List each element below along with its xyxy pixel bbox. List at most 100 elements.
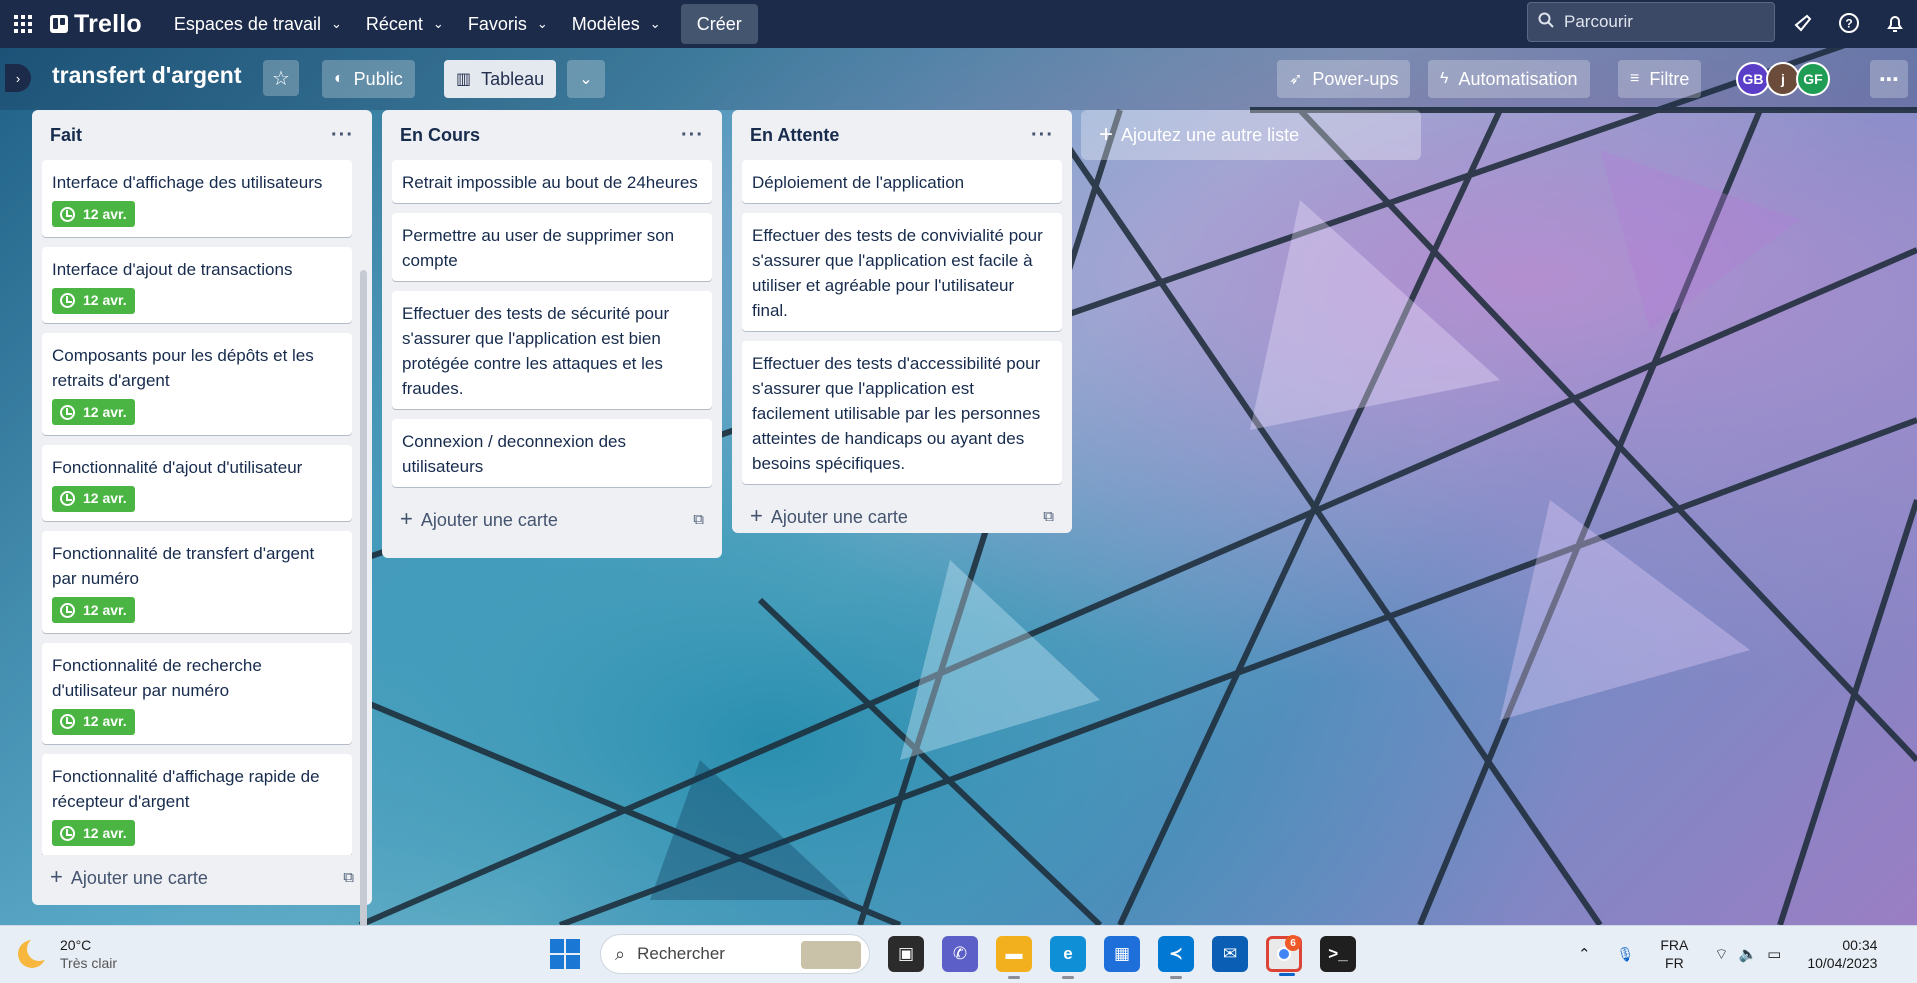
weather-widget[interactable]: 20°C Très clair <box>18 936 117 972</box>
trello-logo[interactable]: Trello <box>50 10 142 39</box>
board-view-button[interactable]: ▥ Tableau <box>444 60 557 98</box>
chevron-down-icon: ⌄ <box>432 16 444 31</box>
card[interactable]: Retrait impossible au bout de 24heures <box>392 160 712 203</box>
chrome-icon[interactable]: 6 <box>1266 935 1302 976</box>
wifi-icon: ⌔ <box>1714 945 1729 963</box>
card[interactable]: Connexion / deconnexion des utilisateurs <box>392 419 712 487</box>
due-date-badge[interactable]: 12 avr. <box>52 597 135 623</box>
card[interactable]: Interface d'affichage des utilisateurs 1… <box>42 160 352 237</box>
terminal-icon[interactable]: >_ <box>1320 936 1356 972</box>
due-date-badge[interactable]: 12 avr. <box>52 201 135 227</box>
notification-bell-button[interactable] <box>1880 8 1910 38</box>
add-card-button[interactable]: + Ajouter une carte ⧉ <box>42 855 362 899</box>
list-menu-icon[interactable]: ··· <box>331 124 354 147</box>
add-card-button[interactable]: + Ajouter une carte ⧉ <box>742 494 1062 538</box>
due-date-label: 12 avr. <box>83 713 127 729</box>
due-date-badge[interactable]: 12 avr. <box>52 399 135 425</box>
visibility-button[interactable]: ◐ Public <box>322 60 415 98</box>
nav-starred[interactable]: Favoris ⌄ <box>456 4 560 44</box>
card[interactable]: Effectuer des tests de sécurité pour s'a… <box>392 291 712 409</box>
card[interactable]: Interface d'ajout de transactions 12 avr… <box>42 246 352 323</box>
board-title[interactable]: transfert d'argent <box>52 62 242 89</box>
card[interactable]: Fonctionnalité d'ajout d'utilisateur 12 … <box>42 444 352 521</box>
card-template-icon[interactable]: ⧉ <box>693 511 704 528</box>
nav-templates[interactable]: Modèles ⌄ <box>560 4 673 44</box>
card[interactable]: Déploiement de l'application <box>742 160 1062 203</box>
card-title: Effectuer des tests de sécurité pour s'a… <box>402 304 670 398</box>
svg-text:?: ? <box>1845 17 1852 31</box>
app-switcher-button[interactable] <box>8 9 38 39</box>
powerups-label: Power-ups <box>1312 68 1399 89</box>
board-menu-button[interactable]: ⋯ <box>1870 60 1908 98</box>
help-button[interactable]: ? <box>1834 8 1864 38</box>
teams-icon[interactable]: ✆ <box>942 936 978 972</box>
chevron-down-icon: ⌄ <box>536 16 548 31</box>
taskbar: 20°C Très clair ⌕ Rechercher ▣ ✆ ▬ e ▦ ≺… <box>0 925 1917 983</box>
member-avatar[interactable]: j <box>1766 62 1800 96</box>
task-view-icon[interactable]: ▣ <box>888 936 924 972</box>
mail-icon[interactable]: ✉ <box>1212 936 1248 972</box>
list-title[interactable]: Fait <box>50 125 82 146</box>
nav-recent[interactable]: Récent ⌄ <box>354 4 456 44</box>
taskbar-center: ⌕ Rechercher ▣ ✆ ▬ e ▦ ≺ ✉ 6 >_ <box>550 934 1356 979</box>
due-date-badge[interactable]: 12 avr. <box>52 708 135 735</box>
trello-logo-icon <box>50 15 68 33</box>
edge-icon[interactable]: e <box>1050 936 1086 979</box>
due-date-badge[interactable]: 12 avr. <box>52 820 135 846</box>
list-menu-icon[interactable]: ··· <box>1031 124 1054 147</box>
view-switcher-button[interactable]: ⌄ <box>567 60 605 98</box>
file-explorer-icon[interactable]: ▬ <box>996 936 1032 979</box>
member-avatar[interactable]: GF <box>1796 62 1830 96</box>
card-template-icon[interactable]: ⧉ <box>343 869 354 886</box>
chevron-down-icon: ⌄ <box>579 71 593 88</box>
card[interactable]: Effectuer des tests de convivialité pour… <box>742 213 1062 331</box>
list-title[interactable]: En Cours <box>400 125 480 146</box>
due-date-label: 12 avr. <box>83 403 127 420</box>
card[interactable]: Fonctionnalité de recherche d'utilisateu… <box>42 642 352 744</box>
microphone-icon[interactable]: 🎙 <box>1617 946 1635 963</box>
plus-icon: + <box>400 506 413 531</box>
windows-start-icon[interactable] <box>550 939 580 969</box>
clock-icon <box>60 825 75 841</box>
add-card-button[interactable]: + Ajouter une carte ⧉ <box>392 497 712 541</box>
add-list-button[interactable]: + Ajoutez une autre liste <box>1081 110 1421 160</box>
clock[interactable]: 00:34 10/04/2023 <box>1807 936 1877 972</box>
card[interactable]: Permettre au user de supprimer son compt… <box>392 213 712 281</box>
create-button[interactable]: Créer <box>680 4 758 44</box>
language-bottom: FR <box>1665 955 1684 971</box>
language-indicator[interactable]: FRA FR <box>1660 936 1688 972</box>
search-input[interactable]: Parcourir <box>1527 2 1775 42</box>
due-date-label: 12 avr. <box>83 490 127 506</box>
chevron-up-icon[interactable]: ⌃ <box>1578 945 1591 963</box>
taskbar-search[interactable]: ⌕ Rechercher <box>600 934 870 974</box>
nav-workspaces[interactable]: Espaces de travail ⌄ <box>162 4 354 44</box>
notifications-button[interactable] <box>1788 8 1818 38</box>
moon-icon <box>18 937 51 968</box>
clock-icon <box>60 491 75 506</box>
powerups-button[interactable]: ➶ Power-ups <box>1277 60 1411 98</box>
help-icon: ? <box>1839 13 1859 33</box>
list-title[interactable]: En Attente <box>750 125 839 146</box>
card[interactable]: Fonctionnalité de transfert d'argent par… <box>42 531 352 633</box>
sidebar-toggle-button[interactable]: › <box>5 64 31 92</box>
weather-condition: Très clair <box>60 955 118 971</box>
list-menu-icon[interactable]: ··· <box>681 124 704 147</box>
nav-icons: ? GB <box>1788 8 1917 38</box>
card-title: Retrait impossible au bout de 24heures <box>402 173 698 192</box>
filter-button[interactable]: ≡ Filtre <box>1618 60 1702 98</box>
vscode-icon[interactable]: ≺ <box>1158 936 1194 979</box>
automation-button[interactable]: ϟ Automatisation <box>1428 60 1590 98</box>
member-avatar[interactable]: GB <box>1736 62 1770 96</box>
list-header: En Attente ··· <box>742 110 1062 160</box>
card-template-icon[interactable]: ⧉ <box>1043 508 1054 525</box>
card[interactable]: Composants pour les dépôts et les retrai… <box>42 333 352 435</box>
star-board-button[interactable]: ☆ <box>263 60 299 96</box>
filter-label: Filtre <box>1649 68 1690 89</box>
card[interactable]: Effectuer des tests d'accessibilité pour… <box>742 341 1062 484</box>
store-icon[interactable]: ▦ <box>1104 936 1140 972</box>
card[interactable]: Fonctionnalité d'affichage rapide de réc… <box>42 754 352 855</box>
list-scrollbar[interactable] <box>360 270 367 960</box>
due-date-badge[interactable]: 12 avr. <box>52 287 135 314</box>
due-date-badge[interactable]: 12 avr. <box>52 485 135 512</box>
system-icons[interactable]: ⌔ 🔈 ▭ <box>1714 945 1781 964</box>
